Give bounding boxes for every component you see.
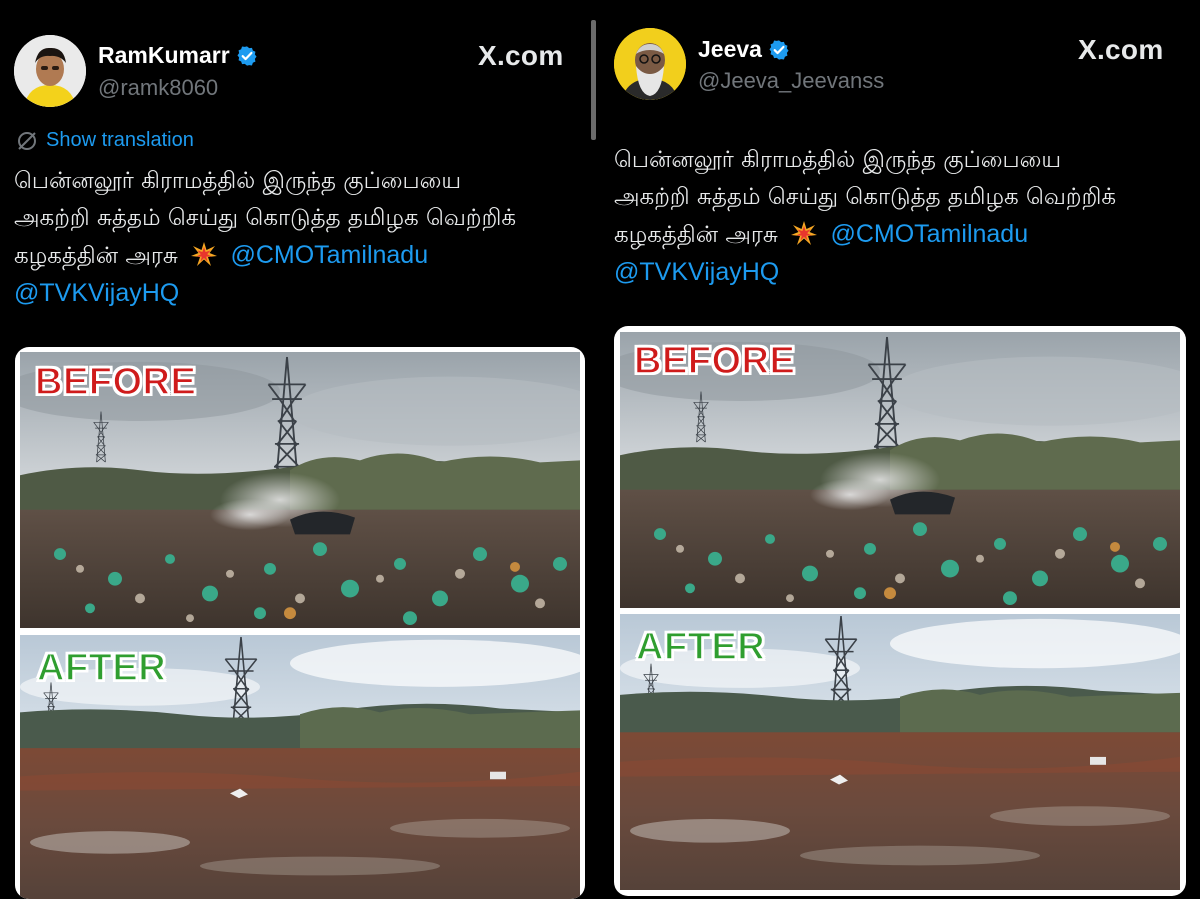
author-handle[interactable]: @Jeeva_Jeevanss [698, 68, 884, 94]
collision-emoji-icon [791, 221, 817, 245]
x-com-text: X.com [478, 40, 564, 71]
after-label: AFTER [36, 646, 167, 690]
before-label: BEFORE [633, 339, 796, 383]
source-x-com-label: X.com [478, 40, 564, 72]
before-label: BEFORE [34, 360, 197, 404]
show-translation-link[interactable]: Show translation [16, 129, 194, 152]
post-text-line-3: கழகத்தின் அரசு [14, 243, 178, 269]
mention-cmotamilnadu[interactable]: @CMOTamilnadu [230, 241, 428, 269]
avatar[interactable] [614, 28, 686, 100]
post-text-line-2: அகற்றி சுத்தம் செய்து கொடுத்த தமிழக வெற்… [14, 205, 517, 231]
source-x-com-label: X.com [1078, 34, 1164, 66]
author-display-name[interactable]: RamKumarr [98, 42, 230, 69]
post-card-ramkumarr: RamKumarr @ramk8060 X.com Show translati… [0, 0, 594, 899]
translate-icon [18, 131, 36, 150]
verified-badge-icon [236, 45, 258, 67]
post-text: பென்னலூர் கிராமத்தில் இருந்த குப்பையை அக… [614, 142, 1184, 292]
after-label: AFTER [635, 625, 766, 669]
post-text-line-1: பென்னலூர் கிராமத்தில் இருந்த குப்பையை [614, 147, 1062, 173]
post-text-line-3: கழகத்தின் அரசு [614, 222, 778, 248]
author-name-row: Jeeva [698, 36, 790, 63]
mention-tvkvijayhq[interactable]: @TVKVijayHQ [614, 258, 779, 286]
post-media-image[interactable]: BEFORE AFTER [614, 326, 1186, 896]
author-name-row: RamKumarr [98, 42, 258, 69]
author-display-name[interactable]: Jeeva [698, 36, 762, 63]
show-translation-label: Show translation [46, 129, 194, 151]
mention-tvkvijayhq[interactable]: @TVKVijayHQ [14, 279, 179, 307]
verified-badge-icon [768, 39, 790, 61]
collision-emoji-icon [191, 242, 217, 266]
avatar-photo [14, 35, 86, 107]
post-text-line-2: அகற்றி சுத்தம் செய்து கொடுத்த தமிழக வெற்… [614, 184, 1117, 210]
mention-cmotamilnadu[interactable]: @CMOTamilnadu [830, 220, 1028, 248]
post-text: பென்னலூர் கிராமத்தில் இருந்த குப்பையை அக… [14, 163, 584, 313]
x-com-text: X.com [1078, 34, 1164, 65]
avatar-photo [614, 28, 686, 100]
post-card-jeeva: Jeeva @Jeeva_Jeevanss X.com பென்னலூர் கி… [600, 0, 1200, 899]
post-media-image[interactable]: BEFORE AFTER [15, 347, 585, 899]
author-handle[interactable]: @ramk8060 [98, 75, 218, 101]
avatar[interactable] [14, 35, 86, 107]
post-text-line-1: பென்னலூர் கிராமத்தில் இருந்த குப்பையை [14, 168, 462, 194]
